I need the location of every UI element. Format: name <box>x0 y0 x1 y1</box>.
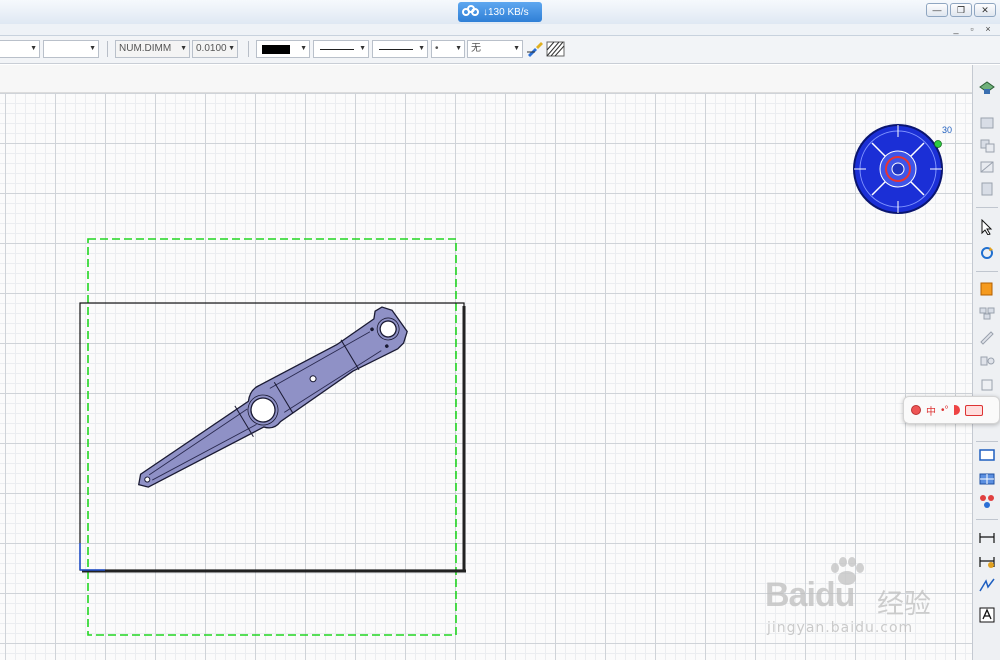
view-section-icon[interactable] <box>978 159 996 175</box>
minimize-button[interactable]: — <box>926 3 948 17</box>
sheet-frame <box>79 302 466 573</box>
doc-close-button[interactable]: × <box>982 24 994 35</box>
view-3d-icon[interactable] <box>978 79 996 95</box>
view-front-icon[interactable] <box>978 115 996 131</box>
compass-icon[interactable] <box>852 123 944 215</box>
style-combo[interactable]: ▼ <box>0 40 40 58</box>
view-detail-icon[interactable] <box>978 181 996 197</box>
close-button[interactable]: ✕ <box>974 3 996 17</box>
close-icon: ✕ <box>981 5 989 15</box>
title-bar: ↓130 KB/s — ❐ ✕ <box>0 0 1000 24</box>
toolbar-separator <box>248 41 249 57</box>
watermark-url: jingyan.baidu.com <box>767 620 914 636</box>
ime-logo-icon[interactable] <box>911 405 921 415</box>
ime-toolbar[interactable]: 中 •° <box>903 396 1000 424</box>
constraint-icon[interactable] <box>978 493 996 509</box>
restore-icon: ❐ <box>956 5 966 15</box>
pattern-combo[interactable]: 无 ▼ <box>467 40 523 58</box>
geometry-icon[interactable] <box>978 353 996 369</box>
doc-restore-button[interactable]: ▫ <box>966 24 978 35</box>
tolerance-combo[interactable]: 0.0100 ▼ <box>192 40 238 58</box>
compass-angle-label: 30 <box>942 125 953 135</box>
chevron-down-icon: ▼ <box>300 45 307 52</box>
document-window-bar: _ ▫ × <box>0 24 1000 36</box>
toolbar-separator <box>976 207 998 208</box>
table-icon[interactable] <box>978 471 996 487</box>
properties-toolbar: ▼ ▼ NUM.DIMM ▼ 0.0100 ▼ ▼ ▼ ▼ • ▼ 无 ▼ <box>0 36 1000 64</box>
chevron-down-icon: ▼ <box>455 45 462 52</box>
download-speed-badge[interactable]: ↓130 KB/s <box>458 2 542 22</box>
restore-button[interactable]: ❐ <box>950 3 972 17</box>
ime-halfwidth-icon[interactable] <box>953 405 960 415</box>
download-speed-text: ↓130 KB/s <box>483 6 529 18</box>
color-combo[interactable]: ▼ <box>256 40 310 58</box>
color-swatch <box>262 45 290 54</box>
dimension-style-combo[interactable]: NUM.DIMM ▼ <box>115 40 190 58</box>
tolerance-value: 0.0100 <box>196 43 227 54</box>
watermark-logo: Baidu <box>765 576 855 614</box>
view-frame[interactable] <box>87 238 457 636</box>
chevron-down-icon: ▼ <box>180 45 187 52</box>
chevron-down-icon: ▼ <box>513 45 520 52</box>
hatch-icon[interactable] <box>546 40 568 58</box>
baidu-jingyan-watermark: Baidu 经验 jingyan.baidu.com <box>765 556 985 646</box>
watermark-cn-text: 经验 <box>877 589 931 620</box>
views-icon[interactable] <box>978 305 996 321</box>
ime-language-toggle[interactable]: 中 <box>926 403 936 418</box>
select-icon[interactable] <box>978 219 996 235</box>
toolbar-separator <box>976 519 998 520</box>
update-icon[interactable] <box>978 245 996 261</box>
brush-icon[interactable] <box>526 40 544 58</box>
axis-origin-icon <box>79 543 105 571</box>
view-projection-icon[interactable] <box>978 137 996 153</box>
line-thickness-combo[interactable]: ▼ <box>372 40 428 58</box>
chevron-down-icon: ▼ <box>89 45 96 52</box>
cloud-icon <box>462 5 480 18</box>
chevron-down-icon: ▼ <box>228 45 235 52</box>
minimize-icon: — <box>932 5 942 15</box>
rectangle-icon[interactable] <box>978 447 996 463</box>
ime-punctuation-toggle[interactable]: •° <box>941 405 949 416</box>
pattern-value: 无 <box>471 43 481 54</box>
chevron-down-icon: ▼ <box>418 45 425 52</box>
dim-length-icon[interactable] <box>978 529 996 545</box>
sketch-icon[interactable] <box>978 329 996 345</box>
point-type-combo[interactable]: • ▼ <box>431 40 465 58</box>
font-combo[interactable]: ▼ <box>43 40 99 58</box>
dimension-icon[interactable] <box>978 377 996 393</box>
line-type-combo[interactable]: ▼ <box>313 40 369 58</box>
toolbar-separator <box>976 271 998 272</box>
sheet-icon[interactable] <box>978 281 996 297</box>
toolbar-separator <box>107 41 108 57</box>
point-type-value: • <box>435 43 439 54</box>
keyboard-icon[interactable] <box>964 404 983 416</box>
toolbar-separator <box>976 441 998 442</box>
part-view[interactable] <box>125 302 414 502</box>
doc-minimize-button[interactable]: _ <box>950 24 962 35</box>
chevron-down-icon: ▼ <box>30 45 37 52</box>
line-thickness-glyph <box>379 49 413 50</box>
chevron-down-icon: ▼ <box>359 45 366 52</box>
dimension-style-value: NUM.DIMM <box>119 43 172 54</box>
line-type-glyph <box>320 49 354 50</box>
